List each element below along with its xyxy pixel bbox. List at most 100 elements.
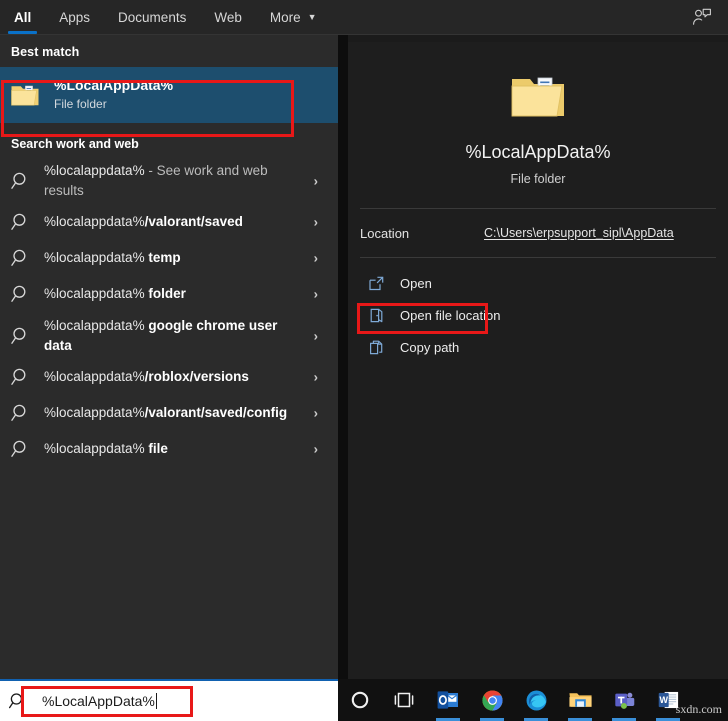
copy-path-label: Copy path — [400, 339, 460, 355]
location-row: Location C:\Users\erpsupport_sipl\AppDat… — [348, 209, 728, 257]
best-match-result[interactable]: %LocalAppData% File folder — [0, 67, 338, 123]
edge-icon[interactable] — [514, 679, 558, 721]
taskbar: W sxdn.com — [338, 679, 728, 721]
teams-icon[interactable] — [602, 679, 646, 721]
preview-subtitle: File folder — [510, 172, 566, 186]
tab-apps[interactable]: Apps — [45, 0, 104, 34]
search-icon — [10, 283, 32, 305]
chevron-right-icon[interactable]: › — [314, 251, 318, 266]
search-result-item[interactable]: %localappdata% - See work and web result… — [0, 157, 338, 204]
search-icon — [8, 691, 28, 711]
open-button[interactable]: Open — [348, 267, 728, 299]
search-result-prefix: %localappdata% — [44, 318, 145, 334]
preview-title: %LocalAppData% — [465, 142, 611, 162]
folder-icon — [509, 72, 567, 122]
search-result-prefix: %localappdata% — [44, 286, 145, 302]
search-result-item[interactable]: %localappdata%/roblox/versions › — [0, 359, 338, 395]
web-results-list: %localappdata% - See work and web result… — [0, 157, 338, 467]
search-result-prefix: %localappdata% — [44, 441, 145, 457]
chevron-right-icon[interactable]: › — [314, 173, 318, 188]
search-result-item[interactable]: %localappdata% google chrome user data › — [0, 312, 338, 359]
search-result-label: %localappdata% temp — [44, 248, 183, 268]
panel-gutter — [338, 35, 348, 679]
best-match-title: %LocalAppData% — [54, 77, 174, 94]
chevron-right-icon[interactable]: › — [314, 406, 318, 421]
search-icon — [10, 170, 32, 192]
search-result-item[interactable]: %localappdata%/valorant/saved/config › — [0, 395, 338, 431]
search-result-label: %localappdata% file — [44, 439, 170, 459]
chevron-right-icon[interactable]: › — [314, 442, 318, 457]
search-input-wrapper[interactable]: %LocalAppData% — [36, 693, 157, 709]
search-icon — [10, 325, 32, 347]
search-result-item[interactable]: %localappdata% file › — [0, 431, 338, 467]
tab-documents-label: Documents — [118, 9, 187, 25]
search-icon — [10, 366, 32, 388]
tab-apps-label: Apps — [59, 9, 91, 25]
search-result-suffix: /roblox/versions — [144, 369, 249, 385]
tab-web[interactable]: Web — [200, 0, 256, 34]
search-result-prefix: %localappdata% — [44, 163, 145, 178]
results-panel: Best match %LocalAppData% File folder Se… — [0, 35, 338, 679]
location-label: Location — [360, 225, 410, 241]
open-button-label: Open — [400, 275, 432, 291]
search-result-suffix: folder — [144, 286, 186, 302]
outlook-icon[interactable] — [426, 679, 470, 721]
folder-icon — [10, 82, 40, 108]
search-input[interactable]: %LocalAppData% — [42, 693, 155, 709]
open-file-location-icon — [368, 307, 385, 324]
copy-path-button[interactable]: Copy path — [348, 331, 728, 363]
chrome-icon[interactable] — [470, 679, 514, 721]
chevron-right-icon[interactable]: › — [314, 328, 318, 343]
open-file-location-button[interactable]: Open file location — [348, 299, 728, 331]
search-result-prefix: %localappdata% — [44, 405, 145, 421]
search-result-item[interactable]: %localappdata% folder › — [0, 276, 338, 312]
tab-more[interactable]: More ▼ — [256, 0, 331, 34]
search-result-label: %localappdata%/valorant/saved/config — [44, 403, 289, 423]
search-result-item[interactable]: %localappdata% temp › — [0, 240, 338, 276]
search-result-label: %localappdata% folder — [44, 284, 188, 304]
search-result-label: %localappdata% google chrome user data — [44, 316, 304, 355]
taskbar-search-box[interactable]: %LocalAppData% — [0, 679, 338, 721]
search-result-prefix: %localappdata% — [44, 214, 145, 230]
chevron-right-icon[interactable]: › — [314, 215, 318, 230]
person-feedback-icon[interactable] — [692, 8, 712, 26]
search-result-suffix: /valorant/saved — [144, 214, 243, 230]
search-result-suffix: file — [144, 441, 168, 457]
location-path-link[interactable]: C:\Users\erpsupport_sipl\AppData — [484, 226, 674, 240]
search-icon — [10, 438, 32, 460]
chevron-right-icon[interactable]: › — [314, 287, 318, 302]
tab-more-label: More — [269, 9, 301, 25]
search-result-label: %localappdata%/roblox/versions — [44, 367, 251, 387]
search-icon — [10, 247, 32, 269]
preview-hero: %LocalAppData% File folder — [348, 42, 728, 186]
search-result-prefix: %localappdata% — [44, 369, 145, 385]
best-match-subtitle: File folder — [54, 96, 107, 111]
chevron-down-icon: ▼ — [307, 11, 317, 22]
open-external-icon — [368, 275, 385, 292]
preview-panel: %LocalAppData% File folder Location C:\U… — [348, 42, 728, 679]
task-view-icon[interactable] — [382, 679, 426, 721]
open-file-location-label: Open file location — [400, 307, 501, 323]
svg-text:W: W — [659, 695, 668, 705]
search-icon — [10, 211, 32, 233]
search-result-label: %localappdata%/valorant/saved — [44, 212, 245, 232]
search-result-prefix: %localappdata% — [44, 250, 145, 266]
search-result-label: %localappdata% - See work and web result… — [44, 161, 304, 200]
file-explorer-icon[interactable] — [558, 679, 602, 721]
search-result-suffix: /valorant/saved/config — [144, 405, 288, 421]
action-list: Open Open file location Copy path — [348, 258, 728, 363]
copy-path-icon — [368, 339, 385, 356]
tab-all-label: All — [14, 9, 32, 25]
search-web-heading: Search work and web — [11, 137, 139, 151]
search-result-item[interactable]: %localappdata%/valorant/saved › — [0, 204, 338, 240]
cortana-icon[interactable] — [338, 679, 382, 721]
tab-all[interactable]: All — [0, 0, 45, 34]
tab-documents[interactable]: Documents — [104, 0, 200, 34]
search-result-suffix: temp — [144, 250, 181, 266]
tab-web-label: Web — [214, 9, 242, 25]
filter-tabbar: All Apps Documents Web More ▼ — [0, 0, 728, 34]
search-flyout: All Apps Documents Web More ▼ Best match — [0, 0, 728, 721]
chevron-right-icon[interactable]: › — [314, 370, 318, 385]
search-icon — [10, 402, 32, 424]
word-icon[interactable]: W — [646, 679, 690, 721]
